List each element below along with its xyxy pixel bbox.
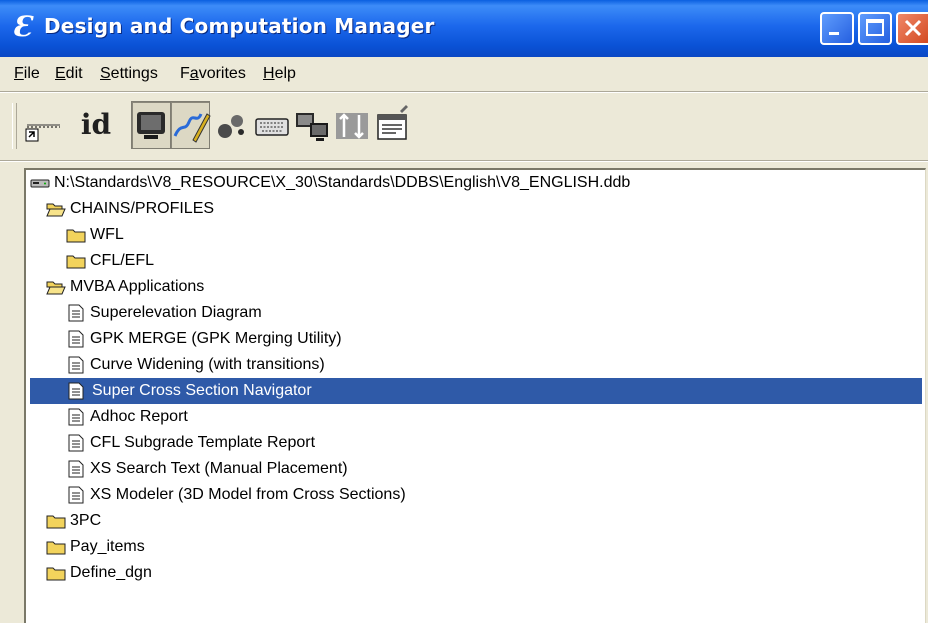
properties-button[interactable] [372, 101, 412, 149]
menu-bar: File Edit Settings Favorites Help [0, 57, 928, 91]
monitor-button[interactable] [131, 101, 171, 149]
maximize-icon [866, 19, 884, 36]
sort-button[interactable] [332, 101, 372, 149]
properties-icon [377, 105, 408, 140]
document-icon [68, 330, 84, 348]
toolbar: id [0, 93, 928, 159]
toolbar-grip[interactable] [12, 103, 17, 149]
app-icon: Ɛ [12, 10, 33, 43]
tree-item-selected[interactable]: Super Cross Section Navigator [30, 378, 922, 404]
folder-icon [66, 255, 86, 269]
drive-icon [30, 179, 50, 188]
document-icon [68, 408, 84, 426]
bubbles-icon [218, 115, 244, 138]
menu-help[interactable]: Help [263, 65, 296, 83]
window-title: Design and Computation Manager [44, 14, 435, 38]
document-icon [68, 382, 84, 400]
monitor-icon [137, 112, 165, 139]
keyboard-icon [255, 118, 289, 136]
menu-settings[interactable]: Settings [100, 65, 158, 83]
document-icon [68, 486, 84, 504]
open-folder-icon [46, 203, 66, 217]
maximize-button[interactable] [858, 12, 892, 45]
ddb-tree[interactable]: N:\Standards\V8_RESOURCE\X_30\Standards\… [24, 168, 926, 623]
tree-root[interactable]: N:\Standards\V8_RESOURCE\X_30\Standards\… [30, 170, 910, 196]
key-in-icon [25, 124, 60, 142]
bubbles-button[interactable] [212, 101, 252, 149]
title-bar[interactable]: Ɛ Design and Computation Manager [0, 0, 928, 57]
toolbar-separator [0, 160, 928, 162]
folder-icon [46, 541, 66, 555]
dcm-window: Ɛ Design and Computation Manager File Ed… [0, 0, 928, 623]
menu-file[interactable]: File [14, 65, 40, 83]
folder-icon [66, 229, 86, 243]
folder-icon [46, 567, 66, 581]
network-button[interactable] [292, 101, 332, 149]
folder-icon [46, 515, 66, 529]
minimize-button[interactable] [820, 12, 854, 45]
close-icon [904, 19, 922, 37]
close-button[interactable] [896, 12, 928, 45]
document-icon [68, 356, 84, 374]
open-folder-icon [46, 281, 66, 295]
document-icon [68, 460, 84, 478]
design-button[interactable] [170, 101, 211, 149]
network-icon [296, 113, 328, 141]
key-in-button[interactable] [24, 101, 64, 149]
document-icon [68, 304, 84, 322]
minimize-icon [829, 32, 839, 35]
menu-favorites[interactable]: Favorites [180, 65, 246, 83]
sort-icon [336, 113, 368, 139]
design-pencil-icon [173, 113, 211, 143]
document-icon [68, 434, 84, 452]
id-button[interactable]: id [76, 101, 116, 149]
keyboard-button[interactable] [252, 101, 292, 149]
menu-edit[interactable]: Edit [55, 65, 83, 83]
